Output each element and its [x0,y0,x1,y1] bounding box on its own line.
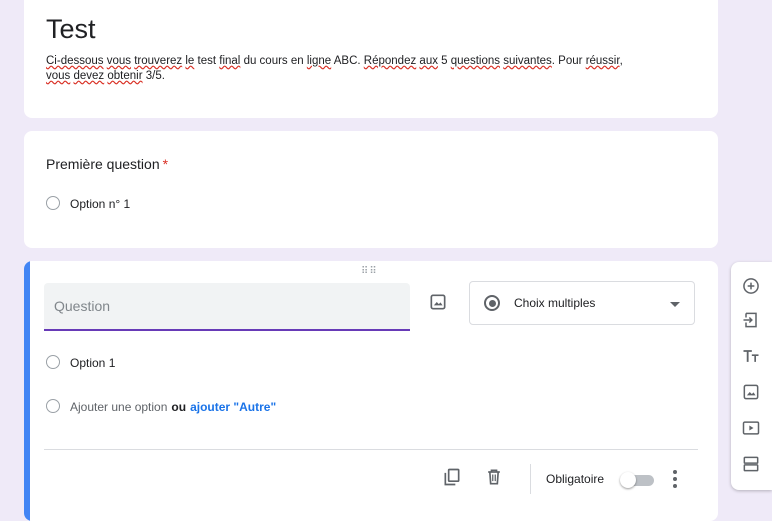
footer-vertical-divider [530,464,531,494]
description-segment: vous [46,70,71,82]
copy-icon[interactable] [442,467,462,487]
description-segment: suivantes [503,55,552,67]
add-option-radio [46,399,60,413]
radio-button-icon [484,295,500,311]
question-title-input[interactable] [44,283,410,329]
chevron-down-icon [670,302,680,307]
description-segment: ABC. [331,55,364,67]
add-option-row: Ajouter une option ou ajouter "Autre" [70,400,276,414]
option-radio[interactable] [46,196,60,210]
add-circle-icon[interactable] [741,276,761,296]
active-card-accent [24,261,30,521]
side-toolbar [731,262,772,490]
title-icon[interactable] [741,346,761,366]
form-description[interactable]: Ci-dessous vous trouverez le test final … [46,54,706,84]
form-title-card[interactable]: Test Ci-dessous vous trouverez le test f… [24,0,718,118]
required-label: Obligatoire [546,472,605,486]
description-segment: trouverez [134,55,183,67]
add-option-link[interactable]: Ajouter une option [70,400,167,414]
description-segment: aux [419,55,438,67]
description-segment: questions [450,55,500,67]
toggle-knob [620,472,636,488]
description-segment: du cours en [240,55,307,67]
drag-handle-icon[interactable]: ⠿⠿ [361,266,378,277]
or-text: ou [171,400,187,414]
trash-icon[interactable] [484,467,504,487]
description-segment: vous [106,55,132,67]
description-segment: le [185,55,195,67]
description-segment: 5 [437,55,451,67]
description-segment: réussir [585,55,620,67]
description-segment: final [219,55,241,67]
question-type-select[interactable]: Choix multiples [469,281,695,325]
description-segment: Ci-dessous [46,55,104,67]
description-segment: ligne [306,55,332,67]
more-vert-icon[interactable] [670,468,680,490]
option-radio[interactable] [46,355,60,369]
question-card-2[interactable]: ⠿⠿ Choix multiples Option 1 Ajouter une … [24,261,718,521]
description-segment: devez [73,70,105,82]
add-other-link[interactable]: ajouter "Autre" [190,400,276,414]
description-segment: , [619,55,623,67]
required-toggle[interactable] [620,472,656,488]
description-segment: 3/5. [142,70,165,82]
footer-divider [44,449,698,450]
required-asterisk: * [162,156,169,172]
question-1-title-text: Première question [46,156,160,172]
image-icon[interactable] [741,382,761,402]
question-1-title: Première question * [46,156,168,172]
option-label[interactable]: Option 1 [70,356,115,370]
form-title[interactable]: Test [46,14,96,45]
description-segment: obtenir [107,70,143,82]
description-segment: test [194,55,220,67]
section-icon[interactable] [741,454,761,474]
video-icon[interactable] [741,418,761,438]
question-type-label: Choix multiples [514,296,596,310]
question-title-input-wrapper[interactable] [44,283,410,331]
image-icon[interactable] [428,292,448,312]
import-icon[interactable] [741,310,761,330]
option-label: Option n° 1 [70,197,131,211]
question-card-1[interactable]: Première question * Option n° 1 [24,131,718,248]
description-segment: Répondez [363,55,417,67]
description-segment: . Pour [551,55,586,67]
